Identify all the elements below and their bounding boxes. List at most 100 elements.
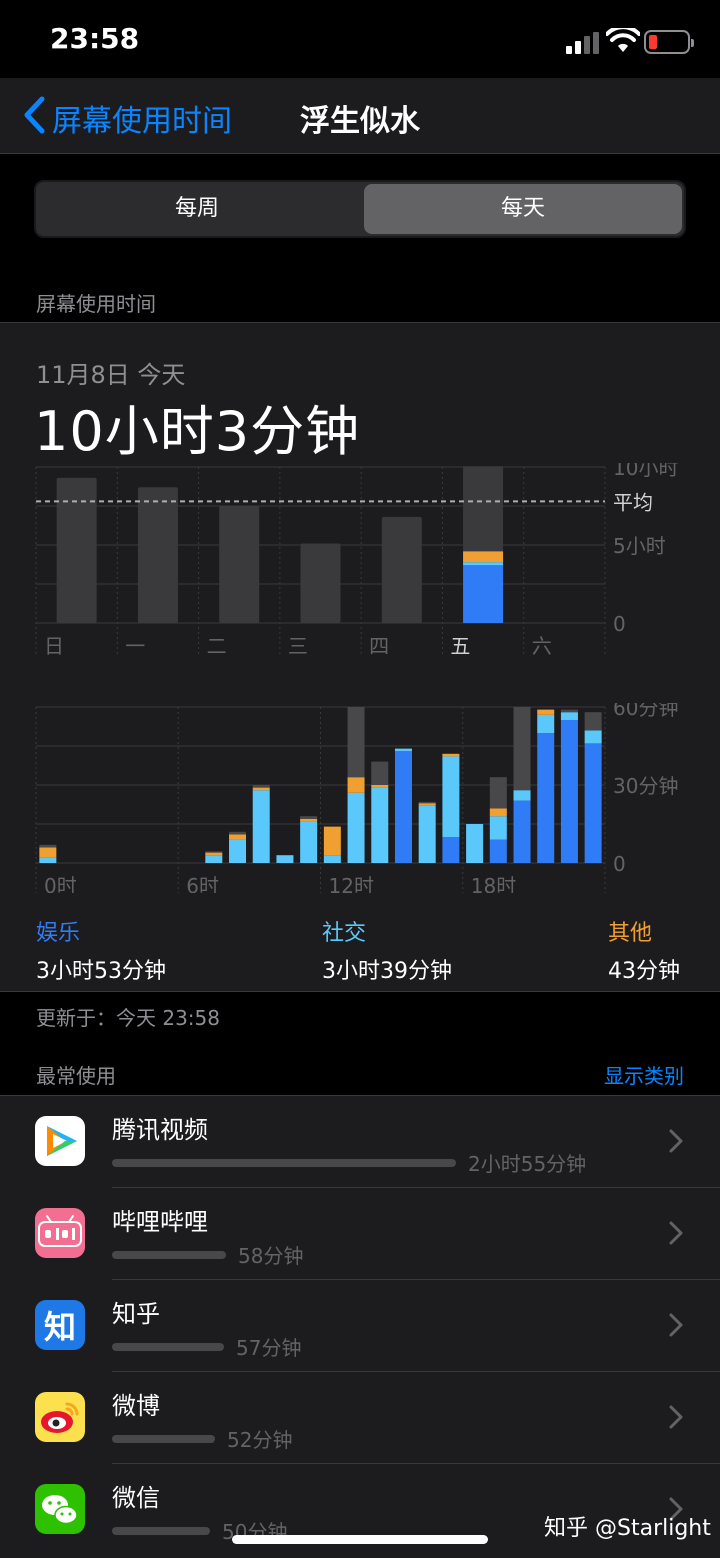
- chevron-right-icon: [669, 1313, 683, 1337]
- hour-bar-segment: [442, 756, 460, 837]
- day-tick-label: 四: [369, 634, 389, 658]
- y-tick-label: 5小时: [613, 534, 666, 558]
- hour-bar-segment: [39, 844, 57, 848]
- usage-time: 57分钟: [236, 1336, 302, 1360]
- y-tick-label: 10小时: [613, 463, 678, 480]
- bilibili-icon: [35, 1208, 85, 1258]
- hour-bar-segment: [394, 751, 412, 863]
- segment-daily[interactable]: 每天: [364, 184, 682, 234]
- day-bar: [56, 477, 97, 623]
- hour-bar-segment: [39, 847, 57, 858]
- category-label: 娱乐: [36, 921, 81, 946]
- today-bar-remaining: [463, 466, 504, 552]
- usage-bar: [112, 1527, 210, 1535]
- hourly-bar-chart: 0时 6时 12时 18时 60分钟 30分钟 0: [35, 703, 678, 893]
- app-name: 哔哩哔哩: [112, 1208, 208, 1236]
- hour-bar-segment: [537, 709, 555, 715]
- day-tick-label: 六: [532, 634, 552, 658]
- cellular-signal-icon: [566, 30, 602, 54]
- hour-bar-segment: [300, 818, 318, 822]
- hour-tick-label: 12时: [329, 874, 374, 893]
- hour-bar-segment: [252, 790, 270, 863]
- hour-bar-segment: [442, 753, 460, 757]
- usage-bar: [112, 1435, 215, 1443]
- show-categories-button[interactable]: 显示类别: [604, 1060, 684, 1089]
- usage-bar: [112, 1343, 224, 1351]
- hour-bar-segment: [252, 785, 270, 788]
- home-indicator[interactable]: [232, 1535, 488, 1544]
- section-header-screen-time: 屏幕使用时间: [36, 292, 156, 316]
- hour-bar-segment: [229, 839, 247, 863]
- chevron-right-icon: [669, 1129, 683, 1153]
- y-tick-label: 0: [613, 852, 626, 876]
- hour-bar-segment: [300, 821, 318, 863]
- usage-time: 52分钟: [227, 1428, 293, 1452]
- status-time: 23:58: [50, 22, 140, 55]
- hour-tick-label: 6时: [186, 874, 219, 893]
- hour-bar-segment: [513, 800, 531, 863]
- hour-tick-label: 0时: [44, 874, 77, 893]
- day-bar: [381, 516, 422, 623]
- hour-bar-segment: [371, 761, 389, 785]
- hour-bar-segment: [347, 777, 365, 793]
- usage-time: 2小时55分钟: [468, 1152, 587, 1176]
- app-name: 微信: [112, 1484, 160, 1512]
- category-label: 其他: [608, 921, 653, 946]
- average-label: 平均: [613, 490, 653, 514]
- app-row-zhihu[interactable]: 知 知乎 57分钟: [0, 1280, 720, 1372]
- hour-bar-segment: [39, 857, 57, 863]
- hour-bar-segment: [513, 790, 531, 801]
- hour-bar-segment: [418, 805, 436, 863]
- hour-bar-segment: [371, 787, 389, 863]
- app-name: 腾讯视频: [112, 1116, 208, 1144]
- weekly-bar-chart: 日 一 二 三 四 五 六 平均 10小时 5小时 0: [35, 463, 678, 658]
- hour-bar-segment: [442, 837, 460, 863]
- day-tick-label: 一: [125, 634, 145, 658]
- y-tick-label: 0: [613, 612, 626, 636]
- usage-time: 58分钟: [238, 1244, 304, 1268]
- hour-bar-segment: [489, 808, 507, 817]
- hour-bar-segment: [418, 803, 436, 806]
- app-row-weibo[interactable]: 微博 52分钟: [0, 1372, 720, 1464]
- category-social: 社交 3小时39分钟: [322, 915, 452, 985]
- app-row-tencent-video[interactable]: 腾讯视频 2小时55分钟: [0, 1096, 720, 1188]
- y-tick-label: 30分钟: [613, 774, 678, 798]
- hour-bar-segment: [300, 816, 318, 819]
- weibo-icon: [35, 1392, 85, 1442]
- category-value: 43分钟: [608, 959, 680, 984]
- app-row-bilibili[interactable]: 哔哩哔哩 58分钟: [0, 1188, 720, 1280]
- hour-bar-segment: [560, 709, 578, 713]
- hour-bar-segment: [466, 824, 484, 863]
- battery-icon: [644, 30, 694, 54]
- day-tick-label: 三: [288, 634, 308, 658]
- hour-bar-segment: [537, 714, 555, 733]
- watermark: 知乎 @Starlight: [544, 1516, 711, 1541]
- today-bar-social: [463, 562, 504, 566]
- segment-weekly[interactable]: 每周: [38, 184, 356, 234]
- hour-bar-segment: [371, 785, 389, 788]
- date-label: 11月8日 今天: [36, 361, 186, 389]
- hour-bar-segment: [252, 787, 270, 791]
- nav-title: 浮生似水: [300, 104, 420, 139]
- app-usage-list: 腾讯视频 2小时55分钟 哔哩哔哩 58分钟 知 知乎 57分钟 微博 52分钟…: [0, 1095, 720, 1558]
- y-tick-label: 60分钟: [613, 703, 678, 720]
- zhihu-icon: 知: [35, 1300, 85, 1350]
- day-bar: [137, 487, 178, 623]
- category-entertainment: 娱乐 3小时53分钟: [36, 915, 166, 985]
- hour-bar-segment: [513, 707, 531, 791]
- screen-time-card: 11月8日 今天 10小时3分钟 日 一 二 三 四 五 六 平均 10小时 5小时 0 0时 6时 1…: [0, 322, 720, 992]
- hour-bar-segment: [347, 792, 365, 863]
- navigation-bar: 屏幕使用时间 浮生似水: [0, 78, 720, 154]
- hour-bar-segment: [584, 730, 602, 744]
- hour-bar-segment: [489, 816, 507, 840]
- app-name: 知乎: [112, 1300, 160, 1328]
- hour-bar-segment: [418, 801, 436, 804]
- hour-bar-segment: [489, 777, 507, 809]
- today-bar-entertainment: [463, 565, 504, 623]
- day-tick-label: 日: [44, 634, 64, 658]
- chevron-right-icon: [669, 1221, 683, 1245]
- hour-bar-segment: [394, 748, 412, 752]
- hour-bar-segment: [205, 852, 223, 856]
- hour-bar-segment: [276, 855, 294, 863]
- day-tick-label: 二: [207, 634, 227, 658]
